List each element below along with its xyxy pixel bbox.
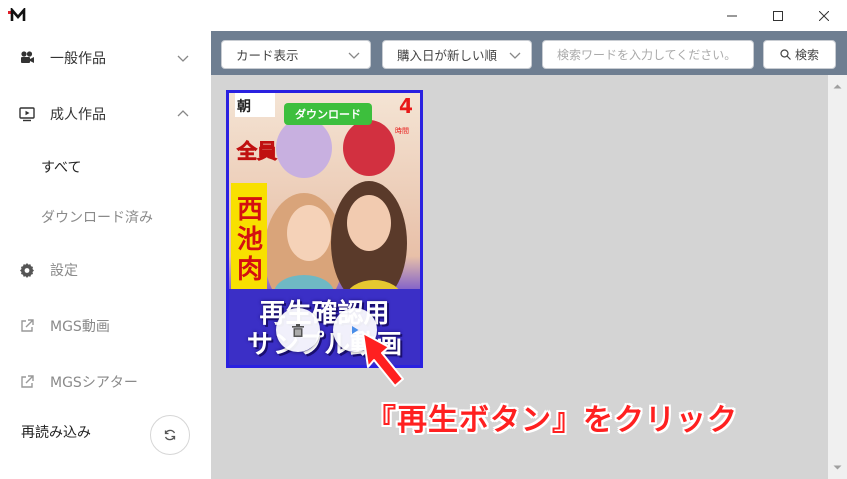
main-content: カード表示 購入日が新しい順 検索ワードを入力してください。 検索 西 池 肉 …: [211, 31, 847, 479]
annotation-arrow-icon: [362, 332, 404, 387]
sort-order-value: 購入日が新しい順: [397, 48, 498, 63]
close-icon: [819, 10, 829, 21]
search-button-label: 検索: [794, 48, 819, 62]
svg-text:時間: 時間: [395, 127, 409, 135]
svg-text:池: 池: [237, 225, 263, 255]
chevron-down-icon: [348, 52, 360, 59]
sidebar-item-mgs-video-label: MGS動画: [50, 319, 110, 335]
search-input[interactable]: [542, 40, 754, 69]
sidebar-item-adult[interactable]: 成人作品: [0, 94, 211, 134]
sidebar-item-mgs-theater-label: MGSシアター: [50, 375, 138, 391]
view-mode-value: カード表示: [236, 48, 299, 63]
svg-text:4: 4: [399, 94, 413, 118]
search-icon: [780, 49, 791, 60]
play-icon: [352, 326, 359, 334]
scroll-down-icon[interactable]: [832, 462, 843, 473]
chevron-down-icon: [177, 55, 189, 62]
svg-text:肉: 肉: [237, 255, 263, 285]
reload-label: 再読み込み: [21, 425, 91, 441]
video-card[interactable]: 西 池 肉 朝 全員 4 時間 ダウンロード 再生確認用 サンプル動画: [226, 90, 423, 368]
monitor-play-icon: [19, 107, 35, 122]
download-button[interactable]: ダウンロード: [284, 103, 372, 125]
svg-text:朝: 朝: [237, 98, 251, 115]
sidebar-item-adult-label: 成人作品: [50, 107, 106, 123]
reload-button[interactable]: [150, 415, 190, 455]
annotation-text: 『再生ボタン』をクリック: [366, 403, 738, 438]
minimize-icon: [727, 15, 737, 16]
close-button[interactable]: [801, 0, 847, 31]
view-mode-select[interactable]: カード表示: [221, 40, 371, 69]
gear-icon: [20, 263, 34, 278]
search-button[interactable]: 検索: [763, 40, 836, 69]
video-camera-icon: [21, 51, 34, 63]
sidebar-item-settings-label: 設定: [50, 263, 78, 279]
toolbar: カード表示 購入日が新しい順 検索: [211, 31, 847, 75]
minimize-button[interactable]: [709, 0, 755, 31]
svg-text:西: 西: [237, 195, 263, 225]
sidebar-item-general[interactable]: 一般作品: [0, 38, 211, 78]
delete-button[interactable]: [276, 308, 320, 352]
vertical-scrollbar[interactable]: [828, 75, 847, 479]
scroll-up-icon[interactable]: [832, 81, 843, 92]
trash-icon: [292, 323, 304, 337]
sidebar-item-mgs-theater[interactable]: MGSシアター: [0, 362, 211, 402]
chevron-up-icon: [177, 110, 189, 117]
title-bar: [0, 0, 847, 31]
external-link-icon: [21, 319, 34, 332]
sort-order-select[interactable]: 購入日が新しい順: [382, 40, 532, 69]
app-window: 一般作品 成人作品 すべて ダウンロード済み 設定 MGS動画 MGSシアター …: [0, 0, 847, 479]
refresh-icon: [164, 429, 176, 441]
sidebar-item-mgs-video[interactable]: MGS動画: [0, 306, 211, 346]
sidebar-item-settings[interactable]: 設定: [0, 250, 211, 290]
maximize-icon: [773, 10, 783, 21]
svg-text:全員: 全員: [236, 139, 277, 163]
sidebar-subitem-all-label: すべて: [41, 160, 82, 176]
sidebar-item-general-label: 一般作品: [50, 51, 106, 67]
sidebar-subitem-all[interactable]: すべて: [0, 147, 211, 187]
app-logo: [8, 8, 26, 21]
sidebar-subitem-downloaded-label: ダウンロード済み: [41, 210, 153, 226]
sidebar: 一般作品 成人作品 すべて ダウンロード済み 設定 MGS動画 MGSシアター …: [0, 31, 211, 479]
maximize-button[interactable]: [755, 0, 801, 31]
chevron-down-icon: [509, 52, 521, 59]
sidebar-subitem-downloaded[interactable]: ダウンロード済み: [0, 197, 211, 237]
external-link-icon: [21, 375, 34, 388]
